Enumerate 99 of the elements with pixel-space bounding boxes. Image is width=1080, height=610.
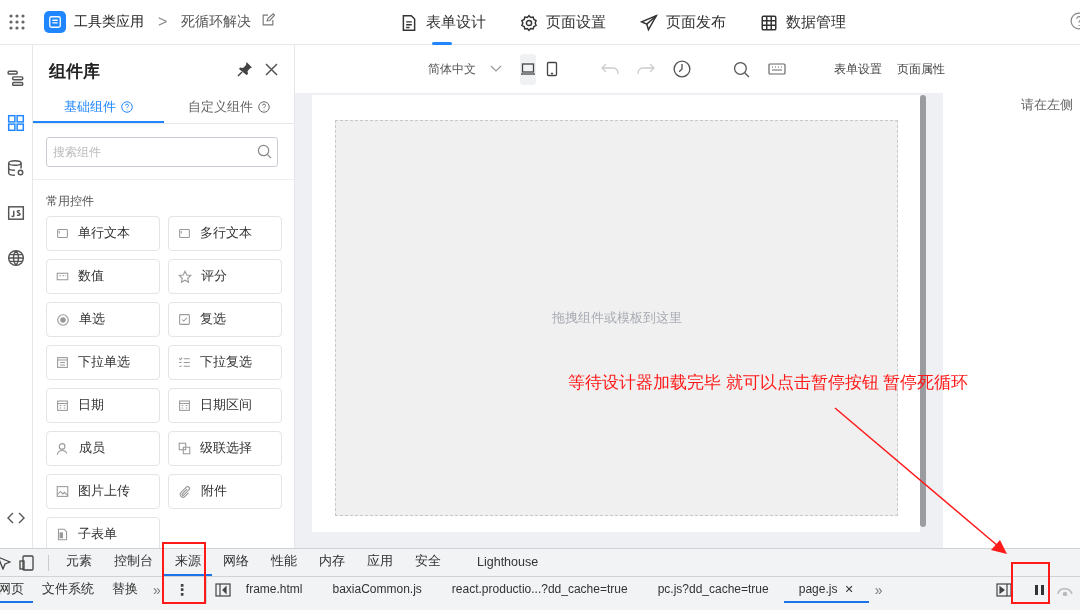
outline-icon	[7, 69, 25, 87]
highlight-frame	[162, 542, 206, 604]
star-icon	[178, 269, 192, 284]
text-field-icon	[56, 227, 69, 240]
pin-icon[interactable]	[237, 61, 253, 77]
devtools-tab[interactable]: 来源	[164, 549, 212, 576]
search-icon[interactable]	[733, 60, 750, 78]
component-item[interactable]: 下拉复选	[168, 345, 282, 380]
checklist-icon	[178, 356, 191, 369]
component-item[interactable]: 附件	[168, 474, 282, 509]
component-item[interactable]: 评分	[168, 259, 282, 294]
devtools-tab[interactable]: Lighthouse	[466, 549, 550, 576]
calendar-icon	[178, 399, 191, 412]
menu-button[interactable]: ⋮	[166, 581, 198, 599]
devtools-tab[interactable]: 应用	[356, 549, 404, 576]
drop-hint: 拖拽组件或模板到这里	[551, 309, 682, 327]
file-tab[interactable]: frame.html	[230, 577, 318, 603]
tablet-icon	[544, 61, 560, 77]
panel-tab[interactable]: 自定义组件	[163, 93, 294, 123]
chevron-down-icon[interactable]	[490, 65, 502, 73]
pause-icon	[1034, 585, 1044, 595]
devtools-tab[interactable]: 网络	[212, 549, 260, 576]
component-item[interactable]: 子表单	[46, 517, 160, 548]
search-field[interactable]: 搜索组件	[46, 137, 278, 167]
devtools-tab[interactable]: 安全	[404, 549, 452, 576]
paper-plane-icon	[640, 13, 658, 32]
close-icon[interactable]	[265, 62, 278, 76]
help-icon[interactable]	[120, 101, 133, 113]
panel-title: 组件库	[49, 60, 101, 83]
sources-nav-tab[interactable]: 文件系统	[33, 577, 103, 603]
image-icon	[56, 485, 69, 498]
component-item[interactable]: 下拉单选	[46, 345, 160, 380]
file-tab[interactable]: baxiaCommon.js	[317, 577, 437, 603]
group-label: 常用控件	[46, 193, 95, 210]
document-icon	[400, 13, 418, 32]
radio-icon	[56, 312, 70, 327]
subform-icon	[56, 528, 69, 541]
file-tab[interactable]: react.productio...?dd_cache=true	[436, 577, 643, 603]
app-logo-icon	[44, 11, 66, 33]
toolbar-button[interactable]: 表单设置	[834, 60, 882, 78]
component-item[interactable]: 级联选择	[168, 431, 282, 466]
highlight-frame	[1011, 562, 1050, 604]
code-icon[interactable]	[7, 512, 25, 524]
component-item[interactable]: 图片上传	[46, 474, 160, 509]
component-item[interactable]: 单行文本	[46, 216, 160, 251]
number-field-icon	[56, 270, 69, 283]
devtools-tab[interactable]: 内存	[308, 549, 356, 576]
app-grid-icon[interactable]	[9, 14, 25, 30]
page-name: 死循环解决	[181, 13, 252, 31]
text-field-icon	[178, 227, 191, 240]
components-icon	[7, 114, 25, 132]
language-select[interactable]: 简体中文	[428, 60, 502, 78]
edit-icon[interactable]	[261, 13, 276, 27]
nav-tab[interactable]: 页面设置	[520, 0, 606, 45]
calendar-icon	[56, 399, 69, 412]
component-item[interactable]: 单选	[46, 302, 160, 337]
panel-tab[interactable]: 基础组件	[33, 93, 164, 123]
js-file-icon	[7, 204, 25, 222]
component-item[interactable]: 成员	[46, 431, 160, 466]
grid-table-icon	[760, 13, 778, 32]
dropdown-icon	[56, 356, 69, 369]
devtools-tab[interactable]: 元素	[55, 549, 103, 576]
component-item[interactable]: 日期	[46, 388, 160, 423]
component-item[interactable]: 复选	[168, 302, 282, 337]
properties-hint: 请在左侧	[1021, 98, 1073, 112]
cascade-icon	[178, 442, 191, 455]
checkbox-icon	[178, 313, 191, 326]
breadcrumb-separator: >	[158, 13, 168, 31]
more-tabs-button[interactable]: »	[868, 582, 889, 598]
component-item[interactable]: 多行文本	[168, 216, 282, 251]
device-toggle-icon[interactable]	[19, 554, 34, 571]
component-item[interactable]: 日期区间	[168, 388, 282, 423]
globe-icon	[7, 249, 25, 267]
sidebar-toggle-icon[interactable]	[214, 583, 231, 597]
component-item[interactable]: 数值	[46, 259, 160, 294]
keyboard-icon[interactable]	[768, 63, 786, 75]
database-icon	[7, 159, 25, 177]
nav-tab[interactable]: 页面发布	[640, 0, 726, 45]
nav-tab[interactable]: 表单设计	[400, 0, 486, 45]
settings-icon	[520, 13, 538, 32]
inspect-icon[interactable]	[0, 555, 11, 570]
file-tab[interactable]: page.js ✕	[783, 577, 869, 603]
app-name[interactable]: 工具类应用	[74, 13, 144, 31]
search-icon[interactable]	[257, 144, 272, 159]
user-icon	[56, 441, 70, 456]
paperclip-icon	[178, 484, 192, 499]
history-icon[interactable]	[673, 60, 691, 78]
annotation-text: 等待设计器加载完毕 就可以点击暂停按钮 暂停死循环	[568, 372, 969, 393]
toolbar-button[interactable]: 页面属性	[897, 60, 945, 78]
nav-tab[interactable]: 数据管理	[760, 0, 846, 45]
file-tab[interactable]: pc.js?dd_cache=true	[642, 577, 784, 603]
devtools-tab[interactable]: 控制台	[103, 549, 164, 576]
desktop-icon	[520, 61, 536, 77]
devtools-tab[interactable]: 性能	[260, 549, 308, 576]
more-tabs-button[interactable]: »	[147, 582, 167, 598]
sources-nav-tab[interactable]: 替换	[103, 577, 147, 603]
help-icon[interactable]	[257, 101, 270, 113]
toggle-debugger-icon[interactable]	[996, 583, 1013, 597]
close-icon[interactable]: ✕	[844, 582, 854, 596]
